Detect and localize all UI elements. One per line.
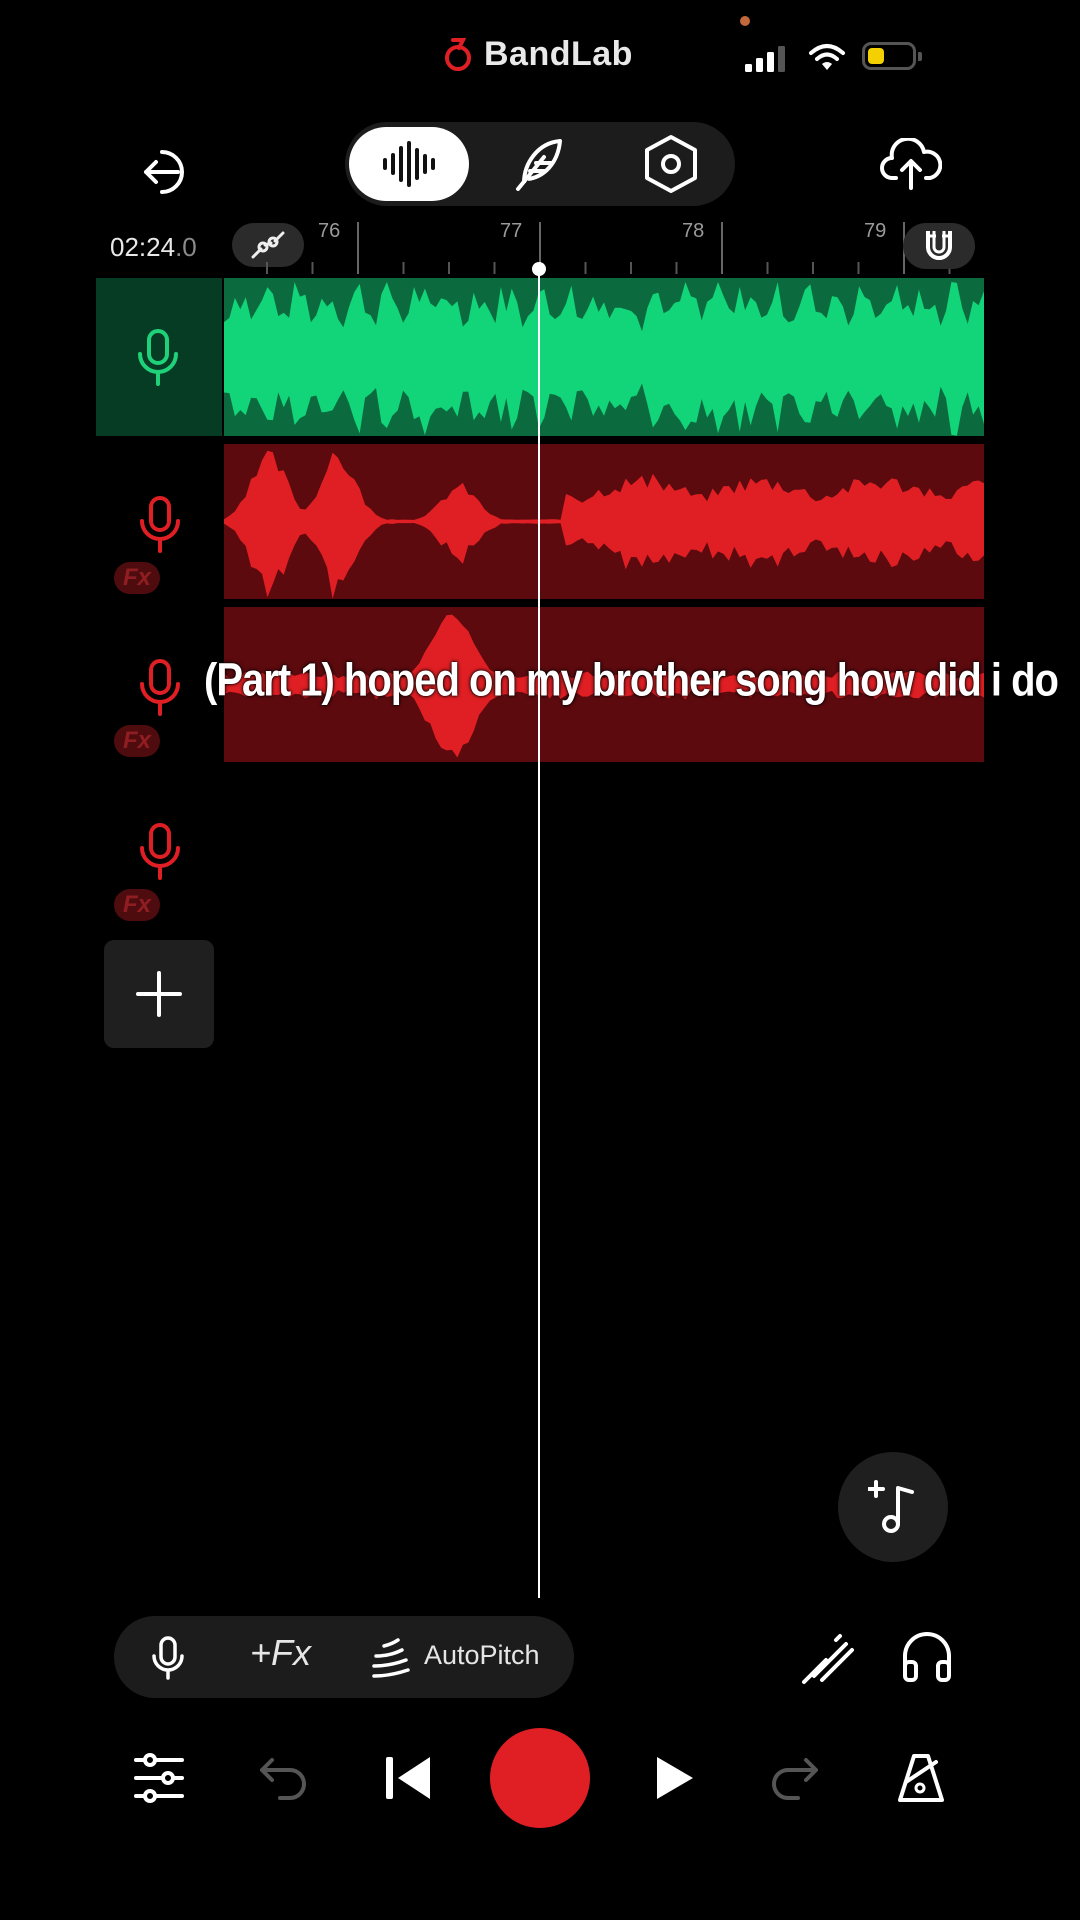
bandlab-logo-icon [445, 38, 471, 71]
mode-tab-waveform[interactable] [349, 127, 469, 201]
microphone-icon[interactable] [136, 822, 184, 880]
time-fraction: .0 [175, 232, 197, 262]
add-track-button[interactable] [104, 940, 214, 1048]
undo-icon[interactable] [258, 1756, 308, 1800]
tuner-icon[interactable] [800, 1630, 856, 1686]
waveform [224, 450, 984, 599]
metronome-icon[interactable] [896, 1752, 946, 1804]
audio-clip-track-2[interactable] [224, 444, 984, 599]
play-icon[interactable] [655, 1755, 695, 1801]
add-music-note-icon [868, 1480, 914, 1533]
add-loop-button[interactable] [838, 1452, 948, 1562]
time-main: 02:24 [110, 232, 176, 262]
fx-badge[interactable]: Fx [114, 562, 160, 594]
record-button[interactable] [490, 1728, 590, 1828]
time-readout: 02:24.0 [110, 232, 197, 263]
waveform [224, 282, 984, 436]
skip-back-icon[interactable] [384, 1755, 432, 1801]
feather-icon[interactable] [510, 133, 570, 193]
add-fx-button[interactable]: +Fx [250, 1632, 311, 1674]
brand-name: BandLab [484, 34, 633, 73]
fx-badge[interactable]: Fx [114, 725, 160, 757]
autopitch-icon[interactable] [370, 1636, 412, 1680]
timeline-ruler[interactable] [224, 222, 984, 278]
playhead[interactable] [538, 268, 540, 1598]
plus-icon [136, 971, 182, 1017]
wifi-icon [809, 44, 845, 70]
settings-hex-icon[interactable] [640, 133, 702, 195]
video-caption: (Part 1) hoped on my brother song how di… [204, 655, 1059, 706]
bandlab-logo: BandLab [440, 32, 633, 76]
microphone-icon[interactable] [136, 658, 184, 716]
microphone-icon[interactable] [134, 328, 182, 386]
playhead-handle[interactable] [532, 262, 546, 276]
battery-icon [862, 42, 922, 70]
magnet-icon [926, 231, 952, 260]
autopitch-button[interactable]: AutoPitch [424, 1640, 540, 1671]
exit-icon[interactable] [140, 142, 200, 202]
redo-icon[interactable] [770, 1756, 820, 1800]
camera-indicator [740, 16, 750, 26]
cellular-signal-icon [745, 46, 785, 72]
waveform-icon [383, 141, 435, 187]
headphones-icon[interactable] [900, 1628, 954, 1684]
microphone-icon[interactable] [136, 495, 184, 553]
microphone-icon[interactable] [150, 1636, 186, 1680]
cloud-upload-icon[interactable] [880, 138, 942, 190]
snap-toggle-button[interactable] [903, 223, 975, 269]
track-header-1[interactable] [96, 278, 222, 436]
mixer-sliders-icon[interactable] [134, 1752, 184, 1804]
fx-badge[interactable]: Fx [114, 889, 160, 921]
audio-clip-track-1[interactable] [224, 278, 984, 436]
battery-level [868, 48, 884, 64]
